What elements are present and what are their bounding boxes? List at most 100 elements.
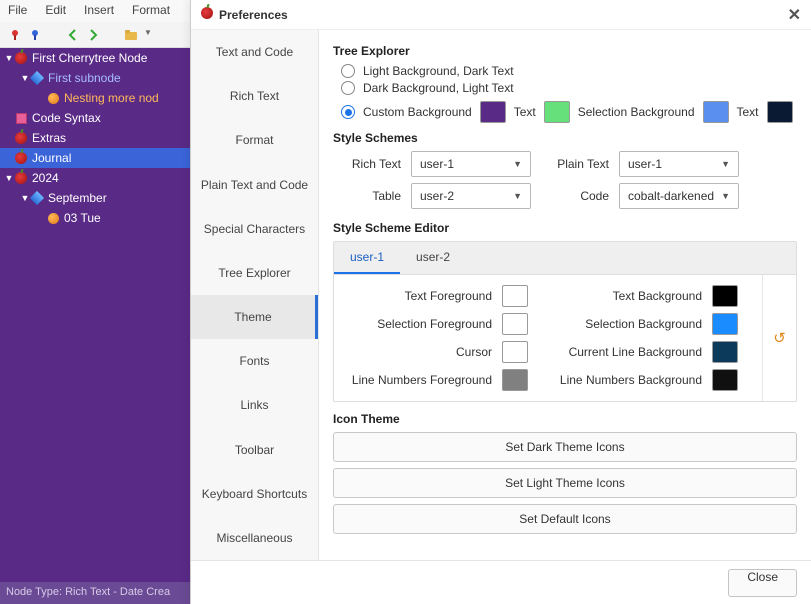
cherry-icon [14, 51, 28, 65]
chevron-down-icon: ▼ [721, 191, 730, 201]
tree-node-label: First subnode [48, 71, 121, 85]
plain-text-combo[interactable]: user-1▼ [619, 151, 739, 177]
cherry-icon [14, 131, 28, 145]
theme-panel: Tree Explorer Light Background, Dark Tex… [319, 30, 811, 560]
custom-bg-label: Custom Background [363, 105, 472, 119]
icon-theme-heading: Icon Theme [333, 412, 797, 426]
rich-text-label: Rich Text [333, 157, 401, 171]
category-links[interactable]: Links [191, 383, 318, 427]
text-bg-swatch[interactable] [712, 285, 738, 307]
tree-node-label: Nesting more nod [64, 91, 159, 105]
rich-text-combo[interactable]: user-1▼ [411, 151, 531, 177]
blue-d-icon [30, 191, 44, 205]
category-special-characters[interactable]: Special Characters [191, 207, 318, 251]
linenum-fg-swatch[interactable] [502, 369, 528, 391]
category-tree-explorer[interactable]: Tree Explorer [191, 251, 318, 295]
tree-node[interactable]: ▼ First subnode [0, 68, 190, 88]
tree-node[interactable]: Journal [0, 148, 190, 168]
category-keyboard-shortcuts[interactable]: Keyboard Shortcuts [191, 472, 318, 516]
style-schemes-heading: Style Schemes [333, 131, 797, 145]
style-scheme-editor: user-1 user-2 Text Foreground Text Backg… [333, 241, 797, 402]
tree-node[interactable]: ▼September [0, 188, 190, 208]
category-theme[interactable]: Theme [191, 295, 318, 339]
tree-node-label: First Cherrytree Node [32, 51, 147, 65]
radio-light-bg[interactable]: Light Background, Dark Text [341, 64, 797, 78]
pink-sq-icon [14, 111, 28, 125]
expand-icon[interactable]: ▼ [4, 173, 14, 183]
tree-node[interactable]: ▼ First Cherrytree Node [0, 48, 190, 68]
tree-panel: ▼First Cherrytree Node▼First subnodeNest… [0, 48, 190, 582]
dialog-title: Preferences [219, 8, 288, 22]
chevron-down-icon: ▼ [721, 159, 730, 169]
sel-bg-swatch[interactable] [712, 313, 738, 335]
linenum-bg-swatch[interactable] [712, 369, 738, 391]
menu-file[interactable]: File [8, 3, 27, 19]
tree-node[interactable]: Code Syntax [0, 108, 190, 128]
orange-b-icon [46, 91, 60, 105]
curline-bg-swatch[interactable] [712, 341, 738, 363]
pin-blue-icon[interactable] [28, 28, 42, 42]
code-combo[interactable]: cobalt-darkened▼ [619, 183, 739, 209]
set-dark-icons-button[interactable]: Set Dark Theme Icons [333, 432, 797, 462]
pin-red-icon[interactable] [8, 28, 22, 42]
blue-d-icon [30, 71, 44, 85]
tree-node[interactable]: ▼ 2024 [0, 168, 190, 188]
dropdown-icon[interactable]: ▼ [144, 28, 158, 42]
sel-text-label: Text [737, 105, 759, 119]
menu-insert[interactable]: Insert [84, 3, 114, 19]
statusbar: Node Type: Rich Text - Date Crea [0, 582, 190, 604]
radio-icon [341, 81, 355, 95]
sel-text-swatch[interactable] [767, 101, 793, 123]
style-scheme-editor-heading: Style Scheme Editor [333, 221, 797, 235]
tree-node-label: Extras [32, 131, 66, 145]
expand-icon[interactable]: ▼ [20, 73, 30, 83]
category-miscellaneous[interactable]: Miscellaneous [191, 516, 318, 560]
reset-icon[interactable]: ↺ [773, 329, 786, 347]
plain-text-label: Plain Text [541, 157, 609, 171]
close-icon[interactable]: ✕ [788, 5, 801, 25]
table-label: Table [333, 189, 401, 203]
chevron-down-icon: ▼ [513, 159, 522, 169]
cherry-icon [14, 151, 28, 165]
expand-icon[interactable]: ▼ [20, 193, 30, 203]
tree-node[interactable]: 03 Tue [0, 208, 190, 228]
sel-bg-swatch[interactable] [703, 101, 729, 123]
set-default-icons-button[interactable]: Set Default Icons [333, 504, 797, 534]
category-rich-text[interactable]: Rich Text [191, 74, 318, 118]
folder-icon[interactable] [124, 28, 138, 42]
radio-custom-bg[interactable] [341, 105, 355, 119]
category-list: Text and CodeRich TextFormatPlain Text a… [191, 30, 319, 560]
category-plain-text-and-code[interactable]: Plain Text and Code [191, 163, 318, 207]
tree-node-label: Journal [32, 151, 71, 165]
menu-edit[interactable]: Edit [45, 3, 66, 19]
tree-node[interactable]: Nesting more nod [0, 88, 190, 108]
app-icon [201, 7, 213, 22]
nav-back-icon[interactable] [66, 28, 80, 42]
set-light-icons-button[interactable]: Set Light Theme Icons [333, 468, 797, 498]
tree-node-label: Code Syntax [32, 111, 101, 125]
sel-fg-swatch[interactable] [502, 313, 528, 335]
preferences-dialog: Preferences ✕ Text and CodeRich TextForm… [190, 0, 811, 604]
expand-icon[interactable]: ▼ [4, 53, 14, 63]
category-toolbar[interactable]: Toolbar [191, 428, 318, 472]
radio-dark-bg[interactable]: Dark Background, Light Text [341, 81, 797, 95]
tree-node[interactable]: Extras [0, 128, 190, 148]
menu-format[interactable]: Format [132, 3, 170, 19]
tab-user-1[interactable]: user-1 [334, 242, 400, 274]
category-format[interactable]: Format [191, 118, 318, 162]
tab-user-2[interactable]: user-2 [400, 242, 466, 274]
cursor-swatch[interactable] [502, 341, 528, 363]
custom-bg-swatch[interactable] [480, 101, 506, 123]
close-button[interactable]: Close [728, 569, 797, 597]
tree-node-label: 03 Tue [64, 211, 101, 225]
nav-forward-icon[interactable] [86, 28, 100, 42]
sel-bg-label: Selection Background [578, 105, 695, 119]
category-text-and-code[interactable]: Text and Code [191, 30, 318, 74]
category-fonts[interactable]: Fonts [191, 339, 318, 383]
table-combo[interactable]: user-2▼ [411, 183, 531, 209]
custom-text-swatch[interactable] [544, 101, 570, 123]
tree-node-label: 2024 [32, 171, 59, 185]
text-fg-swatch[interactable] [502, 285, 528, 307]
cherry-icon [14, 171, 28, 185]
orange-b-icon [46, 211, 60, 225]
